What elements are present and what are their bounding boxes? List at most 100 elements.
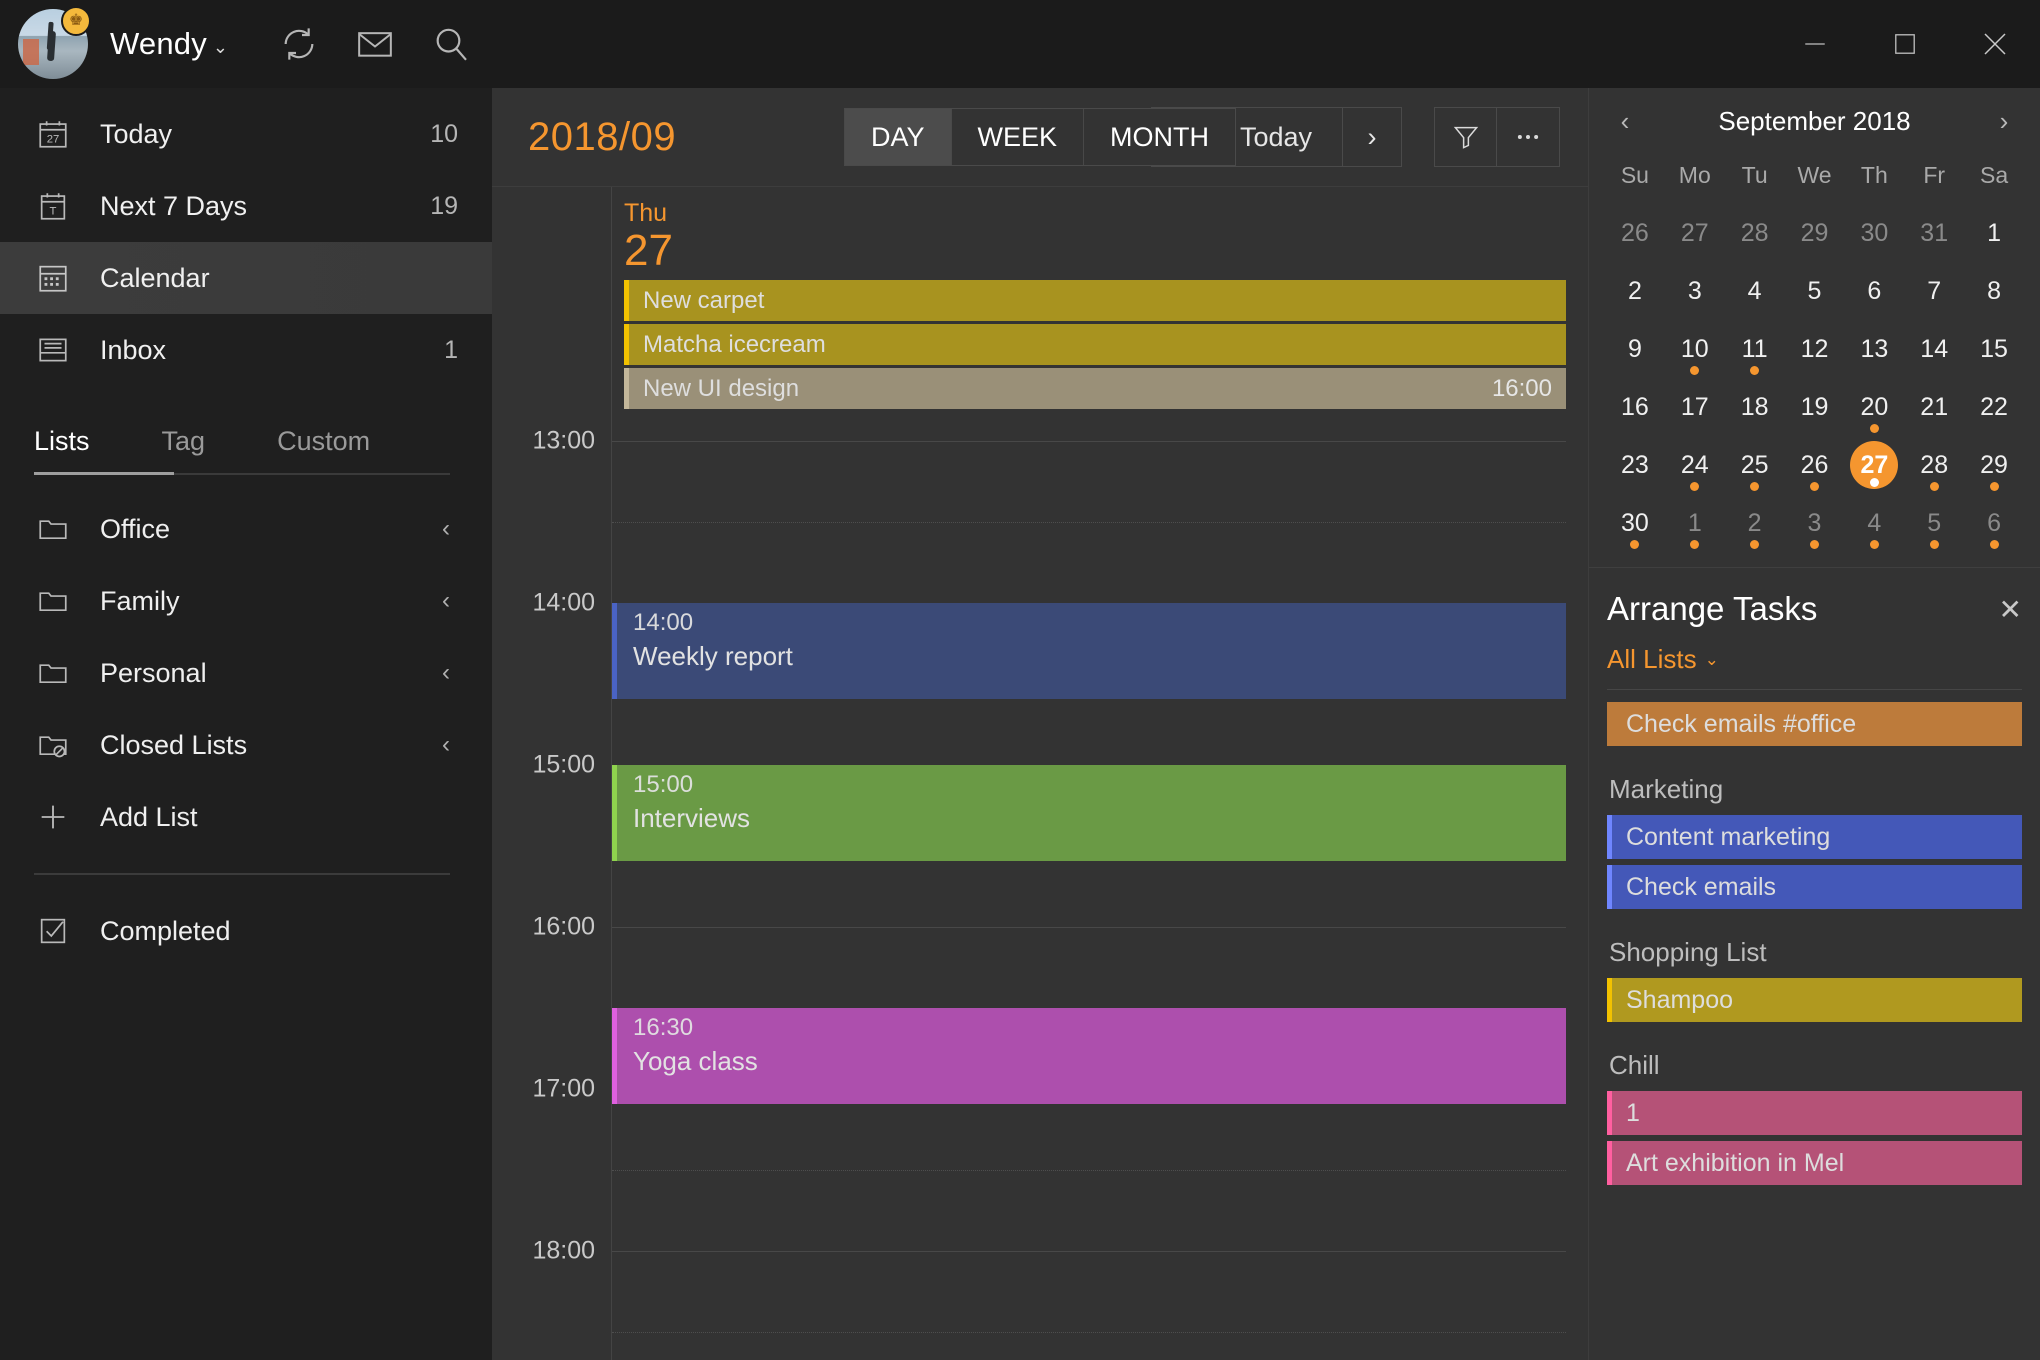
mini-next-month-button[interactable]: › <box>1986 106 2022 137</box>
mini-calendar-day[interactable]: 7 <box>1904 263 1964 319</box>
task-item[interactable]: Check emails #office <box>1607 702 2022 746</box>
mini-calendar-day[interactable]: 27 <box>1665 205 1725 261</box>
chevron-left-icon[interactable]: ‹ <box>442 587 450 615</box>
sidebar-item-calendar[interactable]: Calendar <box>0 242 492 314</box>
task-item[interactable]: Shampoo <box>1607 978 2022 1022</box>
mini-calendar-day[interactable]: 3 <box>1665 263 1725 319</box>
mini-calendar-day[interactable]: 21 <box>1904 379 1964 435</box>
mini-calendar-day[interactable]: 1 <box>1964 205 2024 261</box>
mini-calendar-day[interactable]: 1 <box>1665 495 1725 551</box>
mini-calendar-day[interactable]: 31 <box>1904 205 1964 261</box>
sidebar-list-closed-lists[interactable]: Closed Lists ‹ <box>0 709 492 781</box>
calendar-event[interactable]: 15:00 Interviews <box>612 765 1566 862</box>
chevron-left-icon[interactable]: ‹ <box>442 659 450 687</box>
sidebar-list-personal[interactable]: Personal ‹ <box>0 637 492 709</box>
avatar[interactable]: ♚ <box>18 6 91 79</box>
sidebar-item-today[interactable]: 27 Today 10 <box>0 98 492 170</box>
mini-calendar-day[interactable]: 5 <box>1785 263 1845 319</box>
task-item[interactable]: Check emails <box>1607 865 2022 909</box>
mini-calendar-day[interactable]: 30 <box>1844 205 1904 261</box>
add-list-button[interactable]: Add List <box>0 781 492 853</box>
list-label: Personal <box>100 657 207 688</box>
sidebar-list-family[interactable]: Family ‹ <box>0 565 492 637</box>
user-menu[interactable]: Wendy ⌄ <box>110 26 228 62</box>
mini-calendar-day[interactable]: 30 <box>1605 495 1665 551</box>
mini-calendar-day[interactable]: 6 <box>1844 263 1904 319</box>
all-lists-filter[interactable]: All Lists ⌄ <box>1607 634 2022 689</box>
close-icon[interactable]: ✕ <box>1999 593 2022 626</box>
mini-calendar-day[interactable]: 5 <box>1904 495 1964 551</box>
sidebar-list-office[interactable]: Office ‹ <box>0 493 492 565</box>
mini-calendar-day[interactable]: 8 <box>1964 263 2024 319</box>
mini-calendar-day[interactable]: 4 <box>1844 495 1904 551</box>
mini-calendar-day[interactable]: 28 <box>1904 437 1964 493</box>
timeline[interactable]: 13:00 14:00 15:00 16:00 17:00 18:00 14:0… <box>492 418 1588 1360</box>
close-icon[interactable] <box>1950 0 2040 88</box>
filter-icon[interactable] <box>1435 108 1497 166</box>
arrange-tasks-panel: Arrange Tasks ✕ All Lists ⌄ Check emails… <box>1589 567 2040 1360</box>
mini-calendar-day[interactable]: 15 <box>1964 321 2024 377</box>
maximize-icon[interactable] <box>1860 0 1950 88</box>
timeline-grid[interactable]: 14:00 Weekly report 15:00 Interviews 16:… <box>612 418 1588 1360</box>
calendar-event[interactable]: 16:30 Yoga class <box>612 1008 1566 1105</box>
mini-calendar-day[interactable]: 29 <box>1964 437 2024 493</box>
mini-day-number: 25 <box>1740 450 1769 479</box>
all-day-event[interactable]: Matcha icecream <box>624 324 1566 366</box>
view-mode-day[interactable]: DAY <box>844 109 952 165</box>
minimize-icon[interactable] <box>1770 0 1860 88</box>
search-icon[interactable] <box>430 23 472 65</box>
mini-calendar-day[interactable]: 25 <box>1725 437 1785 493</box>
mini-calendar-day[interactable]: 22 <box>1964 379 2024 435</box>
mini-calendar-day[interactable]: 16 <box>1605 379 1665 435</box>
mini-calendar-day[interactable]: 11 <box>1725 321 1785 377</box>
next-day-button[interactable]: › <box>1343 108 1401 166</box>
mini-calendar-day[interactable]: 23 <box>1605 437 1665 493</box>
mini-calendar-day[interactable]: 17 <box>1665 379 1725 435</box>
mini-calendar-day[interactable]: 12 <box>1785 321 1845 377</box>
mini-calendar-day[interactable]: 4 <box>1725 263 1785 319</box>
mini-calendar-day[interactable]: 29 <box>1785 205 1845 261</box>
all-day-event[interactable]: New carpet <box>624 280 1566 322</box>
mini-calendar-day[interactable]: 3 <box>1785 495 1845 551</box>
mini-calendar-day[interactable]: 2 <box>1725 495 1785 551</box>
task-item[interactable]: 1 <box>1607 1091 2022 1135</box>
mini-day-number: 30 <box>1860 218 1889 247</box>
mini-calendar-day[interactable]: 18 <box>1725 379 1785 435</box>
mini-calendar-day[interactable]: 6 <box>1964 495 2024 551</box>
tab-custom[interactable]: Custom <box>277 420 370 473</box>
more-icon[interactable] <box>1497 108 1559 166</box>
mini-calendar-day[interactable]: 27 <box>1844 437 1904 493</box>
sync-icon[interactable] <box>278 23 320 65</box>
all-day-event[interactable]: New UI design 16:00 <box>624 368 1566 410</box>
task-item[interactable]: Content marketing <box>1607 815 2022 859</box>
mini-calendar-day[interactable]: 26 <box>1605 205 1665 261</box>
mini-dow-label: We <box>1797 162 1832 188</box>
tab-lists[interactable]: Lists <box>34 420 90 473</box>
chevron-left-icon[interactable]: ‹ <box>442 731 450 759</box>
chevron-left-icon[interactable]: ‹ <box>442 515 450 543</box>
calendar-7-icon: T <box>34 187 72 225</box>
sidebar-item-inbox[interactable]: Inbox 1 <box>0 314 492 386</box>
mini-calendar-day[interactable]: 24 <box>1665 437 1725 493</box>
sidebar-item-label: Calendar <box>100 262 210 293</box>
mini-day-number: 22 <box>1980 392 2008 421</box>
time-label: 16:00 <box>532 912 595 941</box>
tab-tag[interactable]: Tag <box>162 420 206 473</box>
mini-calendar-day[interactable]: 10 <box>1665 321 1725 377</box>
mini-calendar-day[interactable]: 19 <box>1785 379 1845 435</box>
mini-calendar-day[interactable]: 28 <box>1725 205 1785 261</box>
mini-calendar-day[interactable]: 2 <box>1605 263 1665 319</box>
mini-prev-month-button[interactable]: ‹ <box>1607 106 1643 137</box>
mail-icon[interactable] <box>354 23 396 65</box>
task-item[interactable]: Art exhibition in Mel <box>1607 1141 2022 1185</box>
mini-calendar-day[interactable]: 20 <box>1844 379 1904 435</box>
calendar-event[interactable]: 14:00 Weekly report <box>612 603 1566 700</box>
sidebar-item-next-7-days[interactable]: T Next 7 Days 19 <box>0 170 492 242</box>
view-mode-month[interactable]: MONTH <box>1084 109 1236 165</box>
mini-calendar-day[interactable]: 26 <box>1785 437 1845 493</box>
mini-calendar-day[interactable]: 9 <box>1605 321 1665 377</box>
mini-calendar-day[interactable]: 13 <box>1844 321 1904 377</box>
mini-calendar-day[interactable]: 14 <box>1904 321 1964 377</box>
view-mode-week[interactable]: WEEK <box>951 109 1085 165</box>
sidebar-item-completed[interactable]: Completed <box>0 895 492 967</box>
